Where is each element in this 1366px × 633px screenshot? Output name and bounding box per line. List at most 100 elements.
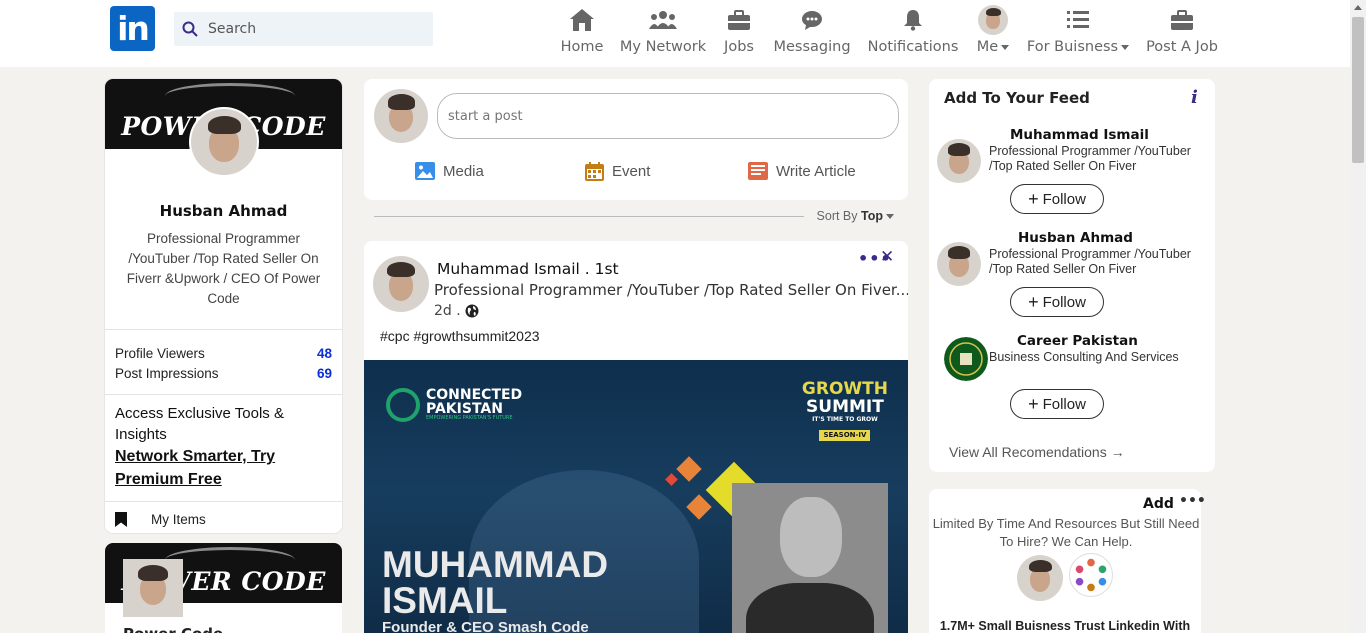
- career-pakistan-logo[interactable]: [944, 337, 988, 381]
- info-icon[interactable]: i: [1191, 87, 1198, 108]
- grid-icon: [1067, 11, 1089, 28]
- suggestion-desc: Business Consulting And Services: [989, 350, 1179, 364]
- search-box[interactable]: [174, 12, 433, 46]
- ad-label: Add: [1143, 496, 1174, 512]
- avatar: [978, 5, 1008, 35]
- search-input[interactable]: [208, 21, 428, 37]
- speaker-role: Founder & CEO Smash Code: [382, 619, 589, 633]
- post-author-headline: Professional Programmer /YouTuber /Top R…: [434, 281, 908, 299]
- stat-row[interactable]: Post Impressions 69: [115, 364, 332, 384]
- cover-decoration: [165, 83, 295, 109]
- sort-label: Sort By: [816, 209, 858, 223]
- ad-bottom-text: 1.7M+ Small Buisness Trust Linkedin With: [939, 619, 1191, 633]
- network-icon: [649, 11, 677, 29]
- profile-headline: Professional Programmer /YouTuber /Top R…: [126, 231, 321, 306]
- plus-icon: +: [1028, 291, 1039, 312]
- scrollbar-thumb[interactable]: [1352, 17, 1364, 163]
- post-time-text: 2d .: [434, 303, 461, 319]
- nav-jobs[interactable]: Jobs: [721, 6, 757, 62]
- page-name[interactable]: Power Code: [123, 625, 223, 633]
- post-image[interactable]: CONNECTED PAKISTAN EMPOWERING PAKISTAN'S …: [364, 360, 908, 633]
- sort-dropdown[interactable]: Sort By Top: [817, 209, 894, 223]
- stat-label: Profile Viewers: [115, 346, 205, 361]
- home-icon: [570, 9, 594, 31]
- write-article-label: Write Article: [776, 162, 856, 180]
- my-items-label: My Items: [151, 512, 206, 527]
- profile-name[interactable]: Husban Ahmad: [105, 202, 342, 220]
- premium-promo: Access Exclusive Tools & Insights Networ…: [105, 395, 342, 501]
- bookmark-icon: [115, 512, 127, 527]
- post-author-avatar[interactable]: [373, 256, 429, 312]
- stat-row[interactable]: Profile Viewers 48: [115, 344, 332, 364]
- calendar-icon: [585, 162, 604, 181]
- profile-photo[interactable]: [189, 107, 259, 177]
- page-photo[interactable]: [123, 559, 183, 617]
- ad-text: Limited By Time And Resources But Still …: [932, 516, 1200, 549]
- post-hashtags[interactable]: #cpc #growthsummit2023: [380, 328, 540, 344]
- premium-link[interactable]: Network Smarter, Try Premium Free: [115, 445, 332, 491]
- decor-diamond: [676, 456, 702, 482]
- add-to-feed-card: Add To Your Feed i Muhammad Ismail Profe…: [929, 79, 1215, 472]
- more-options-icon[interactable]: •••: [1179, 493, 1206, 509]
- brand-text: CONNECTED PAKISTAN: [426, 387, 523, 417]
- nav-for-business-label: For Buisness: [1026, 39, 1119, 55]
- decor-diamond: [686, 494, 712, 520]
- speaker-photo: [732, 483, 888, 633]
- avatar[interactable]: [374, 89, 428, 143]
- briefcase-icon: [728, 10, 750, 30]
- scroll-up-arrow[interactable]: [1354, 5, 1362, 10]
- briefcase-icon: [1171, 10, 1193, 30]
- follow-button[interactable]: + Follow: [1010, 389, 1104, 419]
- write-article-button[interactable]: Write Article: [748, 162, 856, 180]
- suggestion-name[interactable]: Muhammad Ismail: [1010, 127, 1149, 143]
- follow-button[interactable]: + Follow: [1010, 184, 1104, 214]
- chevron-down-icon: [1121, 44, 1130, 50]
- post-time: 2d .: [434, 303, 479, 319]
- suggestion-desc: Professional Programmer /YouTuber /Top R…: [989, 247, 1191, 276]
- event-button[interactable]: Event: [585, 162, 650, 181]
- post-composer: Media Event Write Article: [364, 79, 908, 200]
- close-icon[interactable]: ✕: [880, 247, 894, 267]
- suggestion-name[interactable]: Career Pakistan: [1017, 333, 1138, 349]
- article-icon: [748, 162, 768, 180]
- event-label: Event: [612, 163, 651, 180]
- avatar: [1017, 555, 1063, 601]
- suggestion-avatar[interactable]: [937, 139, 981, 183]
- media-button[interactable]: Media: [415, 162, 484, 180]
- image-icon: [415, 162, 435, 180]
- nav-my-network[interactable]: My Network: [619, 6, 707, 62]
- start-post-input[interactable]: [437, 93, 899, 139]
- suggestion-desc: Professional Programmer /YouTuber /Top R…: [989, 144, 1191, 173]
- nav-notifications-label: Notifications: [867, 39, 959, 55]
- follow-button[interactable]: + Follow: [1010, 287, 1104, 317]
- page-scrollbar[interactable]: [1350, 0, 1366, 633]
- linkedin-logo[interactable]: in: [110, 6, 155, 51]
- divider: [374, 216, 804, 217]
- suggestion-name[interactable]: Husban Ahmad: [1018, 230, 1133, 246]
- arrow-right-icon: →: [1110, 444, 1125, 460]
- chat-icon: [802, 11, 822, 30]
- my-items-link[interactable]: My Items: [105, 502, 342, 533]
- nav-post-a-job-label: Post A Job: [1146, 39, 1218, 55]
- nav-for-business[interactable]: For Buisness: [1026, 6, 1130, 62]
- premium-text: Access Exclusive Tools & Insights: [115, 405, 284, 443]
- nav-my-network-label: My Network: [619, 39, 707, 55]
- stat-value: 69: [316, 366, 332, 381]
- media-label: Media: [443, 162, 484, 180]
- nav-post-a-job[interactable]: Post A Job: [1145, 6, 1219, 62]
- nav-messaging[interactable]: Messaging: [773, 6, 851, 62]
- ad-card: Add ••• Limited By Time And Resources Bu…: [929, 489, 1206, 633]
- nav-notifications[interactable]: Notifications: [867, 6, 959, 62]
- profile-stats: Profile Viewers 48 Post Impressions 69: [105, 330, 342, 394]
- plus-icon: +: [1028, 188, 1039, 209]
- nav-me[interactable]: Me: [975, 5, 1011, 62]
- feed-post: Muhammad Ismail . 1st Professional Progr…: [364, 241, 908, 633]
- connected-pakistan-logo: [386, 388, 420, 422]
- nav-home[interactable]: Home: [561, 6, 603, 62]
- post-author-name[interactable]: Muhammad Ismail . 1st: [437, 260, 619, 278]
- top-nav-bar: in Home My Network Jobs Messaging Notifi…: [0, 0, 1350, 67]
- brand-tagline: EMPOWERING PAKISTAN'S FUTURE: [426, 415, 513, 421]
- view-all-recommendations-link[interactable]: View All Recomendations →: [949, 444, 1125, 460]
- suggestion-avatar[interactable]: [937, 242, 981, 286]
- nav-jobs-label: Jobs: [724, 39, 754, 55]
